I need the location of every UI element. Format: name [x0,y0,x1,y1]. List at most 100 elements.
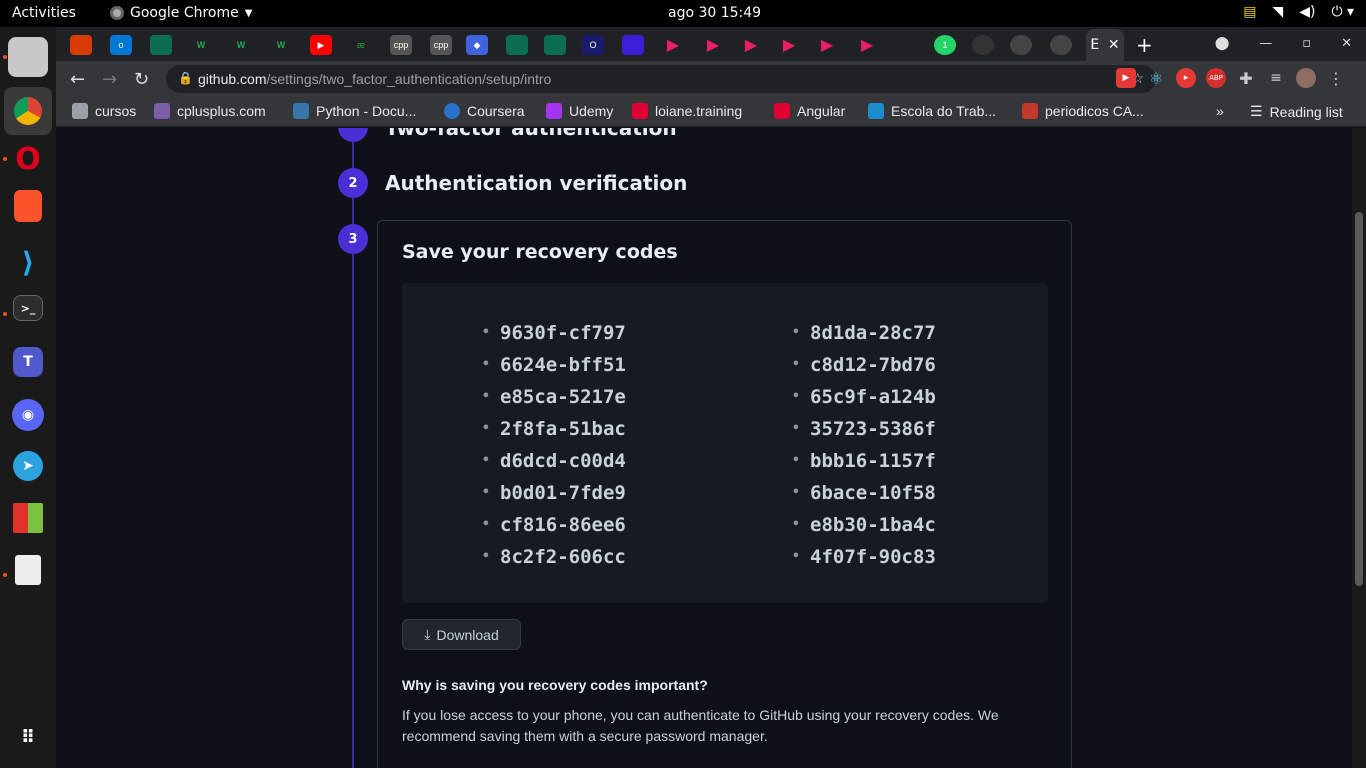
more-menu-icon[interactable]: ⋮ [1326,68,1346,88]
download-button[interactable]: ⤓ Download [402,619,521,650]
recovery-codes-card: Save your recovery codes 9630f-cf797 662… [377,220,1072,768]
react-devtools-icon[interactable]: ⚛ [1146,68,1166,88]
bookmark-label: Python - Docu... [316,103,417,119]
scrollbar-thumb[interactable] [1355,212,1363,586]
extensions-area: ▶ ⚛ ▸ ABP ✚ ≡ ⋮ [1116,68,1346,88]
tab-search-icon[interactable]: ⬤ [1215,36,1230,51]
app-menu-label: Google Chrome [130,5,239,21]
document-viewer-icon[interactable] [15,555,41,585]
outlook-tab-icon[interactable]: o [110,35,132,55]
sheets-app-icon[interactable] [13,503,43,533]
url-host: github.com [198,71,267,87]
tab-bar: o W W W ▶ æ cpp cpp ◆ O ▶ ▶ ▶ ▶ ▶ ▶ 1 E … [56,27,1366,61]
github-tab-icon[interactable] [1050,35,1072,55]
close-icon[interactable]: ✕ [1108,37,1120,53]
office-tab-icon[interactable] [70,35,92,55]
bookmark-item[interactable]: loiane.training [632,103,742,119]
tab-icon[interactable] [150,35,172,55]
chrome-dock-icon[interactable] [4,87,52,135]
w-tab-icon[interactable]: W [230,35,252,55]
forward-arrow-icon[interactable]: → [102,69,117,90]
dock: O ⟩ >_ T ◉ ➤ ⠿ [0,27,56,768]
minimize-icon[interactable]: — [1259,36,1272,51]
bookmark-label: loiane.training [655,103,743,119]
media-control-icon[interactable]: ≡ [1266,68,1286,88]
avatar[interactable] [1296,68,1316,88]
tab-icon[interactable] [622,35,644,55]
reload-icon[interactable]: ↻ [134,69,149,90]
play-tab-icon[interactable]: ▶ [856,35,878,55]
extension-icon[interactable]: ▸ [1176,68,1196,88]
discord-icon[interactable]: ◉ [12,399,44,431]
extension-icon[interactable]: ▶ [1116,68,1136,88]
step-2-number: 2 [338,168,368,198]
play-tab-icon[interactable]: ▶ [778,35,800,55]
more-bookmarks-icon[interactable]: » [1216,103,1224,119]
close-window-icon[interactable]: ✕ [1341,36,1352,51]
lock-icon[interactable]: 🔒 [178,71,193,85]
bookmark-label: Coursera [467,103,525,119]
power-icon[interactable]: ⏻ ▾ [1331,4,1354,20]
bookmark-label: Escola do Trab... [891,103,997,119]
recovery-code: bbb16-1157f [792,445,936,477]
escola-icon [868,103,884,119]
chrome-icon [110,6,124,20]
play-tab-icon[interactable]: ▶ [702,35,724,55]
show-apps-icon[interactable]: ⠿ [8,717,48,757]
bookmark-item[interactable]: Python - Docu... [293,103,416,119]
address-bar[interactable]: 🔒 github.com/settings/two_factor_authent… [166,65,1156,93]
bookmark-item[interactable]: Udemy [546,103,613,119]
tab-icon[interactable] [506,35,528,55]
teams-icon[interactable]: T [13,347,43,377]
system-tray[interactable]: ▤ ◥ ◀) ⏻ ▾ [1243,4,1354,20]
cpp-tab-icon[interactable]: cpp [390,35,412,55]
back-arrow-icon[interactable]: ← [70,69,85,90]
telegram-icon[interactable]: ➤ [13,451,43,481]
recovery-code: 9630f-cf797 [482,317,626,349]
reading-list-icon: ☰ [1250,103,1263,119]
tab-icon[interactable]: O [582,35,604,55]
new-tab-button[interactable]: + [1136,33,1153,57]
youtube-tab-icon[interactable]: ▶ [310,35,332,55]
w-tab-icon[interactable]: W [270,35,292,55]
tab-icon[interactable]: ◆ [466,35,488,55]
running-indicator [3,312,7,316]
whatsapp-tab-icon[interactable]: 1 [934,35,956,55]
adblock-plus-icon[interactable]: ABP [1206,68,1226,88]
clock[interactable]: ago 30 15:49 [668,5,761,21]
tab-icon[interactable]: æ [350,35,372,55]
brave-icon[interactable] [14,190,42,222]
bookmark-folder[interactable]: cursos [72,103,136,119]
bookmark-item[interactable]: Coursera [444,103,525,119]
download-label: Download [436,626,499,643]
activities-button[interactable]: Activities [12,5,76,21]
volume-icon[interactable]: ◀) [1299,4,1315,20]
bookmark-item[interactable]: cplusplus.com [154,103,266,119]
recovery-code: c8d12-7bd76 [792,349,936,381]
maximize-icon[interactable]: ▫ [1302,36,1311,51]
bookmark-item[interactable]: Angular [774,103,845,119]
reading-list-button[interactable]: ☰ Reading list [1250,103,1343,120]
puzzle-icon[interactable]: ✚ [1236,68,1256,88]
terminal-icon[interactable]: >_ [13,295,43,321]
github-tab-icon[interactable] [1010,35,1032,55]
bookmark-item[interactable]: Escola do Trab... [868,103,996,119]
wifi-icon[interactable]: ◥ [1272,4,1283,20]
page-scrollbar[interactable] [1352,128,1366,768]
files-icon[interactable] [8,37,48,77]
cpp-tab-icon[interactable]: cpp [430,35,452,55]
play-tab-icon[interactable]: ▶ [816,35,838,55]
step-3-number: 3 [338,224,368,254]
tab-icon[interactable] [544,35,566,55]
vscode-icon[interactable]: ⟩ [8,242,48,282]
opera-icon[interactable]: O [8,139,48,179]
w-tab-icon[interactable]: W [190,35,212,55]
notes-icon[interactable]: ▤ [1243,4,1256,20]
bookmark-item[interactable]: periodicos CA... [1022,103,1144,119]
play-tab-icon[interactable]: ▶ [740,35,762,55]
app-menu[interactable]: Google Chrome ▼ [110,5,252,21]
url-text[interactable]: github.com/settings/two_factor_authentic… [198,71,551,87]
active-tab[interactable]: E ✕ [1086,29,1124,61]
github-tab-icon[interactable] [972,35,994,55]
play-tab-icon[interactable]: ▶ [662,35,684,55]
